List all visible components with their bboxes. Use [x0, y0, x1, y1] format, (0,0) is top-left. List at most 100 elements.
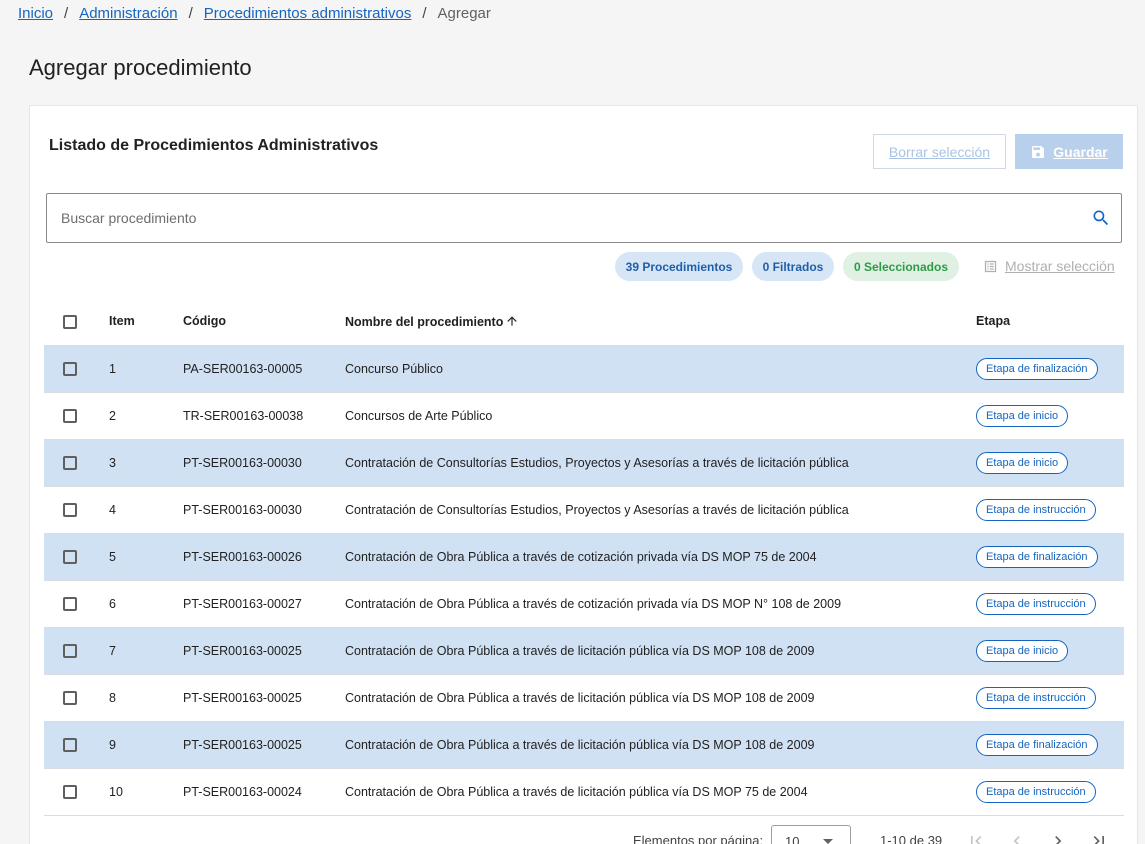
paginator: Elementos por página: 10 1-10 de 39: [0, 825, 1145, 844]
table-row[interactable]: 8 PT-SER00163-00025 Contratación de Obra P…: [44, 673, 1124, 721]
row-name: Contratación de Obra Pública a través de…: [345, 626, 976, 674]
row-item: 8: [109, 673, 183, 721]
row-stage-cell: Etapa de finalización: [976, 532, 1124, 580]
row-select-cell: [44, 720, 109, 768]
stage-badge: Etapa de inicio: [976, 451, 1069, 474]
search-input[interactable]: [47, 194, 1121, 242]
previous-page-icon[interactable]: [1007, 831, 1027, 844]
breadcrumb-separator: /: [422, 5, 427, 22]
row-select-cell: [44, 767, 109, 816]
row-select-cell: [44, 391, 109, 439]
search-icon[interactable]: [1091, 208, 1111, 228]
column-header-item: Item: [109, 314, 135, 329]
row-select-cell: [44, 344, 109, 392]
selected-count-chip: 0 Seleccionados: [843, 252, 959, 281]
column-header-name-label: Nombre del procedimiento: [345, 314, 504, 329]
table-row[interactable]: 1 PA-SER00163-00005 Concurso Público Etapa …: [44, 344, 1124, 392]
table-row[interactable]: 2 TR-SER00163-00038 Concursos de Arte Públ…: [44, 391, 1124, 439]
row-code: TR-SER00163-00038: [183, 391, 345, 439]
select-all-cell: [44, 298, 109, 345]
row-name: Contratación de Consultorías Estudios, P…: [345, 485, 976, 533]
stage-badge: Etapa de instrucción: [976, 686, 1096, 709]
page-size-select[interactable]: 10: [771, 825, 851, 844]
row-item: 10: [109, 767, 183, 816]
row-code: PT-SER00163-00025: [183, 626, 345, 674]
table-row[interactable]: 6 PT-SER00163-00027 Contratación de Obra P…: [44, 579, 1124, 627]
page-range-label: 1-10 de 39: [880, 833, 943, 844]
stage-badge: Etapa de inicio: [976, 639, 1069, 662]
select-all-checkbox[interactable]: [63, 314, 77, 329]
stage-badge: Etapa de finalización: [976, 357, 1098, 380]
row-checkbox[interactable]: [63, 361, 77, 376]
row-stage-cell: Etapa de inicio: [976, 438, 1124, 486]
row-name: Contratación de Obra Pública a través de…: [345, 579, 976, 627]
row-code: PT-SER00163-00030: [183, 485, 345, 533]
table-row[interactable]: 4 PT-SER00163-00030 Contratación de Consul…: [44, 485, 1124, 533]
row-item: 1: [109, 344, 183, 392]
breadcrumb-link-inicio[interactable]: Inicio: [18, 5, 53, 22]
row-checkbox[interactable]: [63, 737, 77, 752]
row-code: PT-SER00163-00027: [183, 579, 345, 627]
row-checkbox[interactable]: [63, 408, 77, 423]
first-page-icon[interactable]: [966, 831, 986, 844]
breadcrumb-separator: /: [188, 5, 193, 22]
row-code: PT-SER00163-00024: [183, 767, 345, 816]
row-select-cell: [44, 673, 109, 721]
floppy-disk-icon: [1032, 145, 1045, 158]
show-selection-label: Mostrar selección: [1005, 258, 1115, 274]
row-item: 7: [109, 626, 183, 674]
clear-selection-button[interactable]: Borrar selección: [873, 134, 1006, 169]
row-checkbox[interactable]: [63, 549, 77, 564]
row-stage-cell: Etapa de instrucción: [976, 673, 1124, 721]
column-header-stage: Etapa: [976, 314, 1011, 329]
arrow-up-icon: [507, 316, 518, 326]
column-header-name[interactable]: Nombre del procedimiento: [345, 298, 976, 345]
row-name: Contratación de Obra Pública a través de…: [345, 720, 976, 768]
row-stage-cell: Etapa de instrucción: [976, 767, 1124, 816]
row-checkbox[interactable]: [63, 643, 77, 658]
row-item: 2: [109, 391, 183, 439]
stage-badge: Etapa de finalización: [976, 733, 1098, 756]
table-header-row: Item Código Nombre del procedimiento Eta…: [44, 298, 1124, 345]
row-stage-cell: Etapa de inicio: [976, 391, 1124, 439]
row-stage-cell: Etapa de inicio: [976, 626, 1124, 674]
column-header-code: Código: [183, 314, 227, 329]
table-row[interactable]: 5 PT-SER00163-00026 Contratación de Obra P…: [44, 532, 1124, 580]
table-row[interactable]: 10 PT-SER00163-00024 Contratación de Obra …: [44, 767, 1124, 816]
row-code: PA-SER00163-00005: [183, 344, 345, 392]
row-name: Contratación de Consultorías Estudios, P…: [345, 438, 976, 486]
row-select-cell: [44, 485, 109, 533]
row-checkbox[interactable]: [63, 596, 77, 611]
breadcrumb-current: Agregar: [437, 5, 491, 22]
row-select-cell: [44, 579, 109, 627]
table-row[interactable]: 7 PT-SER00163-00025 Contratación de Obra P…: [44, 626, 1124, 674]
row-checkbox[interactable]: [63, 455, 77, 470]
stage-badge: Etapa de instrucción: [976, 592, 1096, 615]
row-checkbox[interactable]: [63, 502, 77, 517]
row-stage-cell: Etapa de finalización: [976, 344, 1124, 392]
procedures-table: Item Código Nombre del procedimiento Eta…: [44, 298, 1124, 816]
breadcrumb-link-procedimientos[interactable]: Procedimientos administrativos: [204, 5, 412, 22]
show-selection-button[interactable]: Mostrar selección: [983, 258, 1115, 274]
row-checkbox[interactable]: [63, 784, 77, 799]
breadcrumb-link-administracion[interactable]: Administración: [79, 5, 177, 22]
row-code: PT-SER00163-00025: [183, 673, 345, 721]
row-item: 6: [109, 579, 183, 627]
breadcrumb-separator: /: [64, 5, 69, 22]
next-page-icon[interactable]: [1048, 831, 1068, 844]
row-stage-cell: Etapa de finalización: [976, 720, 1124, 768]
card-title: Listado de Procedimientos Administrativo…: [49, 137, 379, 154]
row-item: 9: [109, 720, 183, 768]
table-row[interactable]: 3 PT-SER00163-00030 Contratación de Consul…: [44, 438, 1124, 486]
page-size-value: 10: [785, 834, 800, 844]
row-name: Contratación de Obra Pública a través de…: [345, 673, 976, 721]
save-button[interactable]: Guardar: [1015, 134, 1123, 169]
row-checkbox[interactable]: [63, 690, 77, 705]
page-size-label: Elementos por página:: [633, 833, 764, 844]
save-button-label: Guardar: [1053, 143, 1108, 160]
last-page-icon[interactable]: [1089, 831, 1109, 844]
filtered-count-chip: 0 Filtrados: [752, 252, 834, 281]
chevron-down-icon: [823, 839, 833, 844]
table-row[interactable]: 9 PT-SER00163-00025 Contratación de Obra P…: [44, 720, 1124, 768]
row-item: 5: [109, 532, 183, 580]
